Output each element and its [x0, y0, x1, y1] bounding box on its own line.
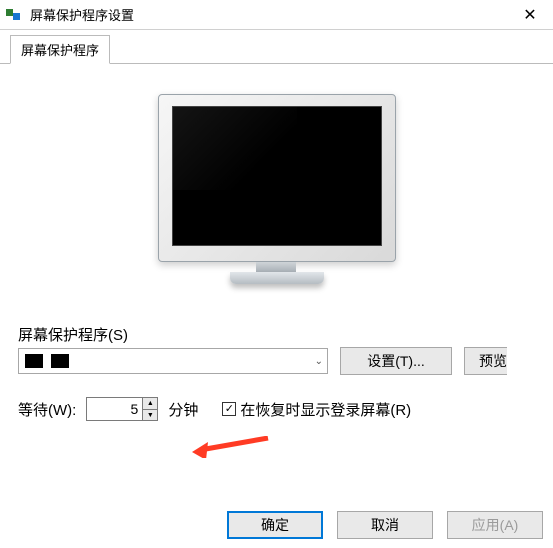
resume-checkbox-label: 在恢复时显示登录屏幕(R)	[240, 399, 411, 420]
preview-button[interactable]: 预览	[464, 347, 507, 375]
wait-label: 等待(W):	[18, 399, 76, 420]
wait-unit: 分钟	[168, 399, 198, 420]
apply-button[interactable]: 应用(A)	[447, 511, 543, 539]
ok-button[interactable]: 确定	[227, 511, 323, 539]
cancel-button-label: 取消	[371, 515, 399, 535]
tab-body: 屏幕保护程序(S) ⌄ 设置(T)... 预览 等待(W): ▲ ▼ 分钟	[0, 64, 553, 516]
resume-checkbox[interactable]: ✓	[222, 402, 236, 416]
ok-button-label: 确定	[261, 515, 289, 535]
tab-strip: 屏幕保护程序	[0, 30, 553, 64]
check-icon: ✓	[225, 404, 234, 415]
settings-button-label: 设置(T)...	[367, 351, 425, 371]
settings-button[interactable]: 设置(T)...	[340, 347, 452, 375]
screensaver-select[interactable]: ⌄	[18, 348, 328, 374]
group-label: 屏幕保护程序(S)	[18, 324, 535, 345]
screensaver-current	[25, 349, 77, 373]
close-button[interactable]: ✕	[507, 0, 553, 30]
preview-button-label: 预览	[479, 351, 507, 371]
resume-checkbox-wrap[interactable]: ✓ 在恢复时显示登录屏幕(R)	[222, 399, 411, 420]
monitor-preview	[158, 94, 396, 294]
chevron-up-icon: ▲	[147, 400, 154, 407]
tab-screensaver[interactable]: 屏幕保护程序	[10, 35, 110, 64]
window-icon	[6, 7, 22, 23]
window-title: 屏幕保护程序设置	[30, 5, 507, 24]
screensaver-thumb	[25, 354, 43, 368]
wait-spin-up[interactable]: ▲	[142, 397, 158, 409]
apply-button-label: 应用(A)	[472, 515, 519, 535]
tab-label: 屏幕保护程序	[21, 43, 99, 58]
cancel-button[interactable]: 取消	[337, 511, 433, 539]
chevron-down-icon: ⌄	[315, 356, 323, 367]
wait-spin-down[interactable]: ▼	[142, 409, 158, 421]
screensaver-preview-screen	[172, 106, 382, 246]
close-icon: ✕	[523, 5, 536, 25]
wait-spinner: ▲ ▼	[86, 397, 158, 421]
screensaver-thumb	[51, 354, 69, 368]
chevron-down-icon: ▼	[147, 412, 154, 419]
preview-area	[18, 94, 535, 294]
titlebar: 屏幕保护程序设置 ✕	[0, 0, 553, 30]
dialog-footer: 确定 取消 应用(A)	[0, 502, 553, 548]
wait-input[interactable]	[86, 397, 142, 421]
